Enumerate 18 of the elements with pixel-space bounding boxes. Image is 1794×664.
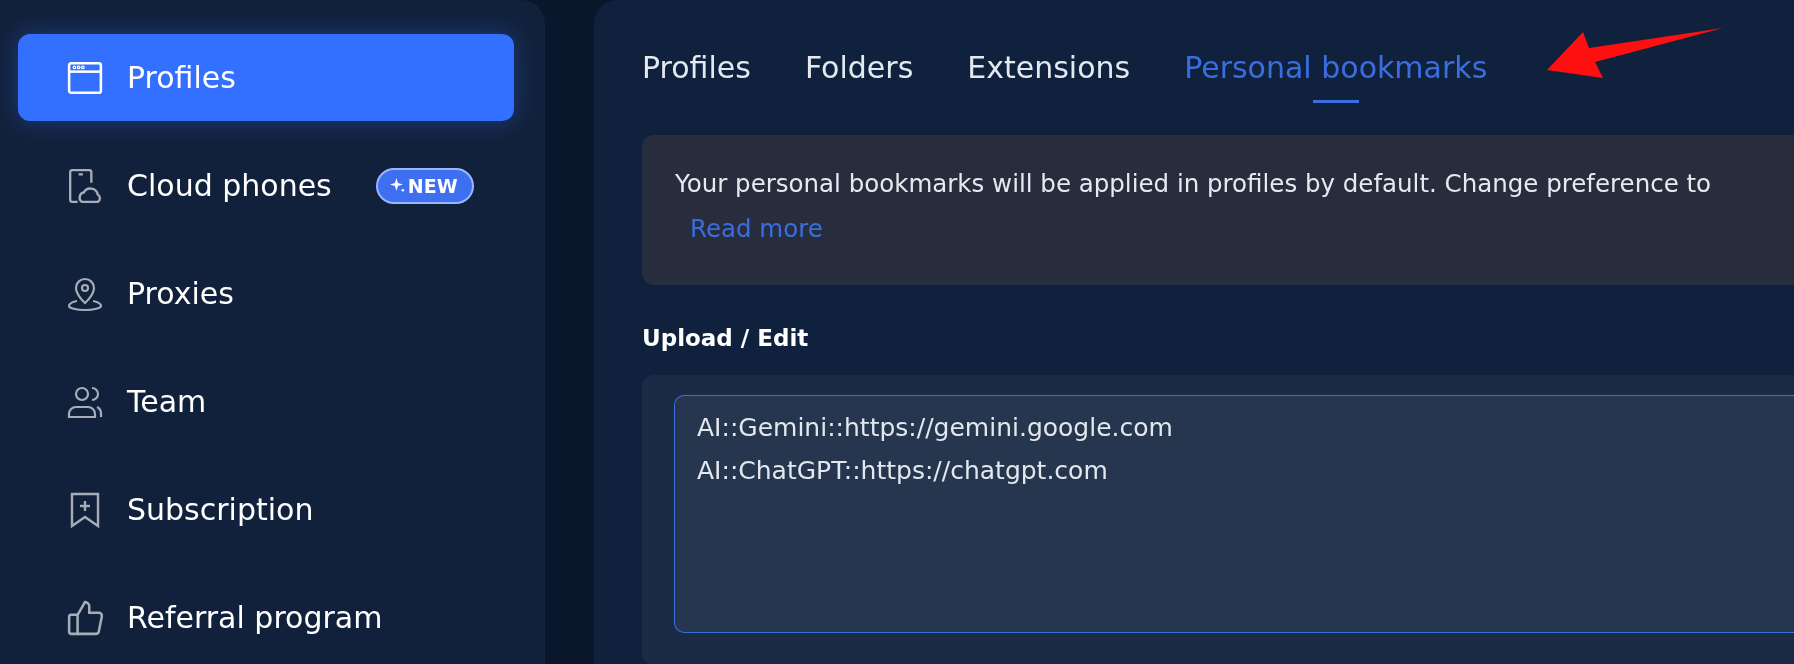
tab[interactable]: Folders (804, 44, 914, 103)
phone-cloud-icon (67, 167, 103, 204)
sidebar-item[interactable]: Proxies (18, 250, 514, 337)
sidebar-item[interactable]: Team (18, 358, 514, 445)
sidebar-item[interactable]: Subscription (18, 466, 514, 553)
badge-label: NEW (407, 174, 458, 197)
tab[interactable]: Extensions (967, 44, 1131, 103)
tab[interactable]: Profiles (642, 44, 751, 103)
sidebar-item[interactable]: Referral program (18, 574, 514, 661)
sidebar-item[interactable]: Profiles (18, 34, 514, 121)
location-pin-icon (67, 275, 103, 312)
notice-text: Your personal bookmarks will be applied in profiles by default. Change preference to (675, 169, 1712, 198)
browser-window-icon (67, 59, 103, 96)
sidebar-item[interactable]: Cloud phones NEW (18, 142, 514, 229)
sparkle-icon (389, 178, 405, 193)
bookmarks-field[interactable]: AI::Gemini::https://gemini.google.com AI::ChatGPT::https://chatgpt.com (674, 395, 1794, 633)
thumbs-up-icon (67, 599, 103, 636)
section-label: Upload / Edit (642, 325, 810, 351)
